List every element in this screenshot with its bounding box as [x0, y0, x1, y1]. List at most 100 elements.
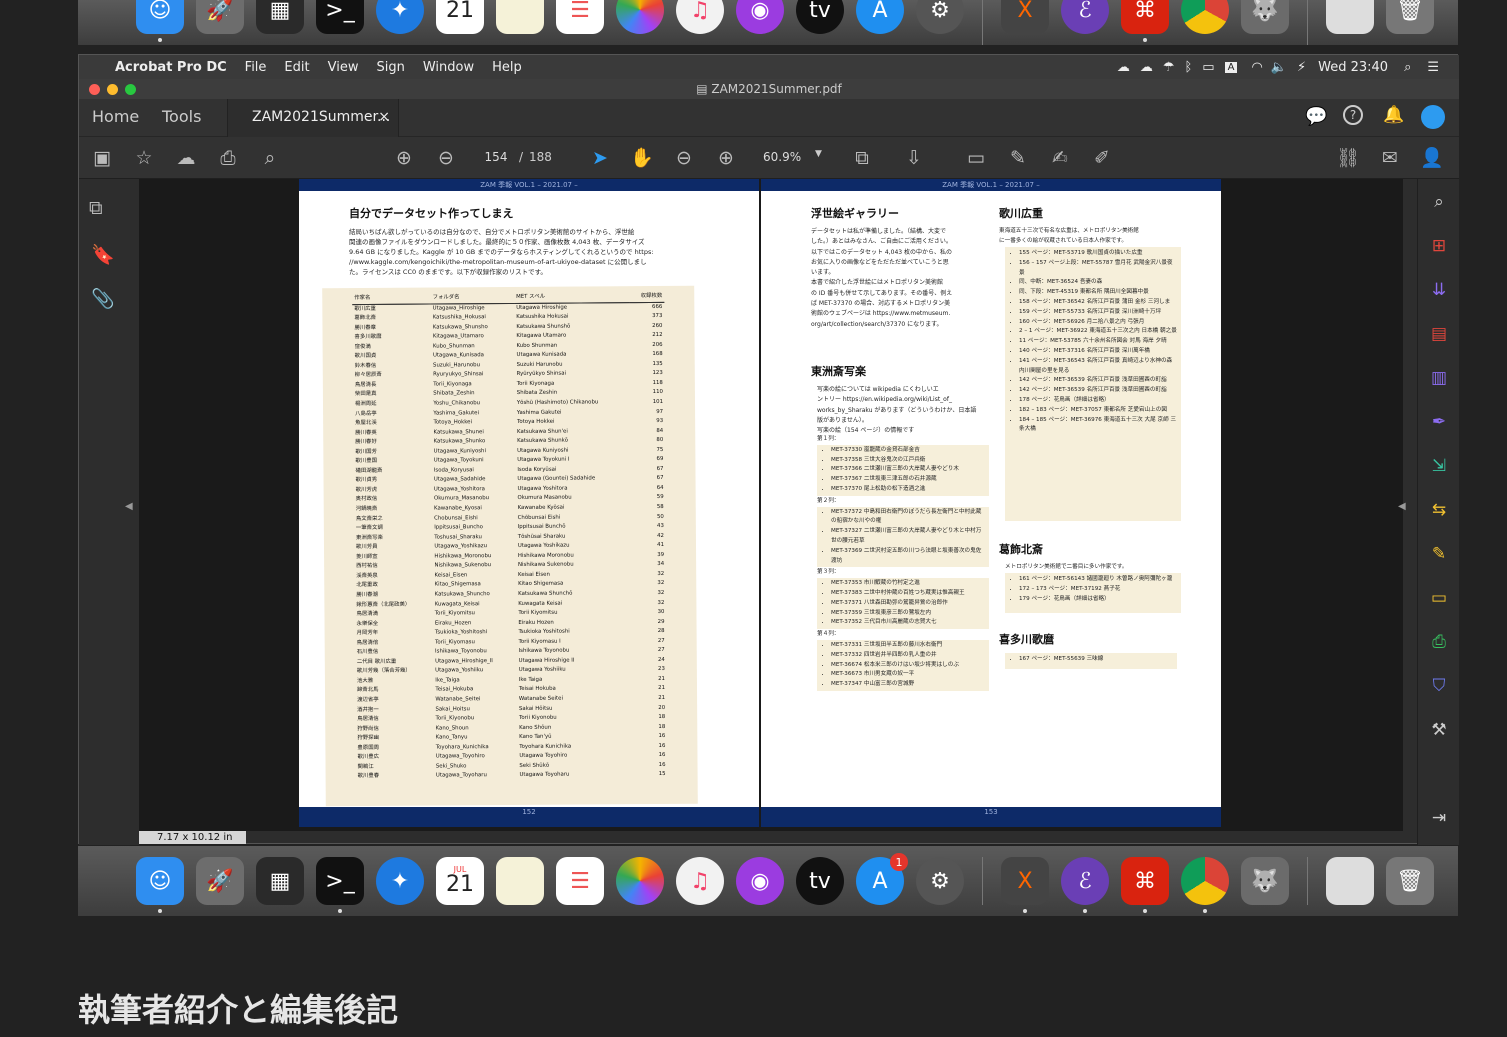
spotlight-icon[interactable]: ⌕	[1404, 60, 1411, 75]
zoom-dropdown-icon[interactable]: ▼	[815, 149, 822, 159]
terminal-icon[interactable]: >_	[316, 857, 364, 913]
comment-icon[interactable]: ▭	[1426, 585, 1452, 611]
menu-window[interactable]: Window	[423, 60, 474, 75]
battery-charging-icon[interactable]: ⚡	[1297, 60, 1306, 75]
bookmark-star-icon[interactable]: ☆	[131, 145, 157, 171]
close-window-button[interactable]	[89, 84, 100, 95]
chrome-icon[interactable]	[1181, 857, 1229, 913]
menubar-clock[interactable]: Wed 23:40	[1318, 60, 1388, 75]
zoom-out-icon[interactable]: ⊖	[671, 145, 697, 171]
more-tools-icon[interactable]: ⚒	[1426, 717, 1452, 743]
control-center-icon[interactable]: ☰	[1427, 60, 1439, 75]
select-cursor-icon[interactable]: ➤	[587, 145, 613, 171]
tab-tools[interactable]: Tools	[162, 99, 201, 137]
find-icon[interactable]: ⌕	[257, 145, 283, 171]
cloud-sync-icon[interactable]: ☁	[1140, 60, 1153, 75]
emacs-icon[interactable]: ℰ	[1061, 857, 1109, 913]
migration-assistant-icon[interactable]: ▦	[256, 857, 304, 905]
export-pdf-icon[interactable]: ⇲	[1426, 453, 1452, 479]
appletv-icon[interactable]: tv	[796, 0, 844, 34]
tab-document[interactable]: ZAM2021Summer... ×	[227, 99, 399, 137]
organize-pages-icon[interactable]: ▤	[1426, 321, 1452, 347]
calendar-icon[interactable]: 21	[436, 0, 484, 34]
gimp-icon[interactable]: 🐺	[1241, 857, 1289, 905]
zoom-window-button[interactable]	[125, 84, 136, 95]
collapse-tools-pane-icon[interactable]: ⇥	[1426, 805, 1452, 831]
fill-and-sign-icon[interactable]: ✒	[1426, 409, 1452, 435]
attachments-icon[interactable]: 📎	[91, 287, 115, 310]
acrobat-icon[interactable]: ⌘	[1121, 0, 1169, 42]
profile-avatar[interactable]	[1421, 105, 1445, 129]
fill-sign-icon[interactable]: ✐	[1089, 145, 1115, 171]
migration-assistant-icon[interactable]: ▦	[256, 0, 304, 34]
reminders-icon[interactable]: ☰	[556, 857, 604, 905]
chrome-icon[interactable]	[1181, 0, 1229, 34]
menu-edit[interactable]: Edit	[284, 60, 309, 75]
bluetooth-icon[interactable]: ᛒ	[1184, 60, 1192, 75]
menu-file[interactable]: File	[245, 60, 267, 75]
launchpad-icon[interactable]: 🚀	[196, 857, 244, 905]
document-canvas[interactable]: ZAM 季報 VOL.1 – 2021.07 – 自分でデータセット作ってしまえ…	[139, 179, 1453, 833]
notes-icon[interactable]	[496, 0, 544, 34]
acrobat-icon[interactable]: ⌘	[1121, 857, 1169, 913]
add-user-icon[interactable]: 👤	[1419, 145, 1445, 171]
xquartz-icon[interactable]: X	[1001, 857, 1049, 913]
appstore-icon[interactable]: A	[856, 0, 904, 34]
page-fit-icon[interactable]: ⧉	[849, 145, 875, 171]
menu-sign[interactable]: Sign	[376, 60, 404, 75]
app-menu[interactable]: Acrobat Pro DC	[115, 60, 227, 75]
bookmarks-icon[interactable]: 🔖	[91, 243, 115, 266]
tab-home[interactable]: Home	[92, 99, 139, 137]
volume-icon[interactable]: 🔈	[1271, 60, 1287, 75]
comment-tool-icon[interactable]: ▭	[963, 145, 989, 171]
menu-help[interactable]: Help	[492, 60, 522, 75]
safari-icon[interactable]: ✦	[376, 857, 424, 905]
comments-icon[interactable]: 💬	[1305, 106, 1327, 127]
notes-icon[interactable]	[496, 857, 544, 905]
draw-tool-icon[interactable]: ✍	[1047, 145, 1073, 171]
collapse-right-panel-icon[interactable]: ◀	[1398, 501, 1406, 512]
compare-files-icon[interactable]: ⇆	[1426, 497, 1452, 523]
current-page-input[interactable]: 154	[479, 150, 513, 164]
minimize-window-button[interactable]	[107, 84, 118, 95]
print-production-icon[interactable]: ⎙	[1426, 629, 1452, 655]
highlight-tool-icon[interactable]: ✎	[1005, 145, 1031, 171]
creative-cloud-icon[interactable]: ☁	[1117, 60, 1130, 75]
zoom-in-icon[interactable]: ⊕	[713, 145, 739, 171]
create-pdf-icon[interactable]: ⊞	[1426, 233, 1452, 259]
photos-icon[interactable]	[616, 0, 664, 34]
collapse-left-panel-icon[interactable]: ◀	[125, 501, 133, 512]
print-icon[interactable]: ⎙	[215, 145, 241, 171]
system-preferences-icon[interactable]: ⚙	[916, 857, 964, 905]
save-icon[interactable]: ▣	[89, 145, 115, 171]
enhance-scan-icon[interactable]: ⌕	[1426, 189, 1452, 215]
help-icon[interactable]: ?	[1343, 105, 1363, 125]
finder-icon[interactable]: ☺	[136, 0, 184, 42]
combine-files-icon[interactable]: ⇊	[1426, 277, 1452, 303]
cloud-upload-icon[interactable]: ☂	[1163, 60, 1175, 75]
share-link-icon[interactable]: ⛓	[1335, 145, 1361, 171]
preview-icon[interactable]	[1326, 0, 1374, 34]
safari-icon[interactable]: ✦	[376, 0, 424, 34]
previous-page-icon[interactable]: ⊕	[391, 145, 417, 171]
podcasts-icon[interactable]: ◉	[736, 0, 784, 34]
gimp-icon[interactable]: 🐺	[1241, 0, 1289, 34]
emacs-icon[interactable]: ℰ	[1061, 0, 1109, 34]
protect-icon[interactable]: ⛉	[1426, 673, 1452, 699]
request-signature-icon[interactable]: ✎	[1426, 541, 1452, 567]
calendar-icon[interactable]: JUL 21	[436, 857, 484, 905]
upload-cloud-icon[interactable]: ☁	[173, 145, 199, 171]
menu-view[interactable]: View	[328, 60, 359, 75]
music-icon[interactable]: ♫	[676, 857, 724, 905]
music-icon[interactable]: ♫	[676, 0, 724, 34]
notifications-icon[interactable]: 🔔	[1383, 105, 1404, 125]
input-source-indicator[interactable]: A	[1224, 61, 1238, 73]
launchpad-icon[interactable]: 🚀	[196, 0, 244, 34]
preview-icon[interactable]	[1326, 857, 1374, 905]
email-icon[interactable]: ✉	[1377, 145, 1403, 171]
appstore-icon[interactable]: A1	[856, 853, 908, 905]
scroll-mode-icon[interactable]: ⇩	[901, 145, 927, 171]
tab-close-icon[interactable]: ×	[378, 99, 390, 135]
page-thumbnails-icon[interactable]: ⧉	[89, 197, 103, 219]
wifi-icon[interactable]: ◠	[1251, 60, 1262, 75]
